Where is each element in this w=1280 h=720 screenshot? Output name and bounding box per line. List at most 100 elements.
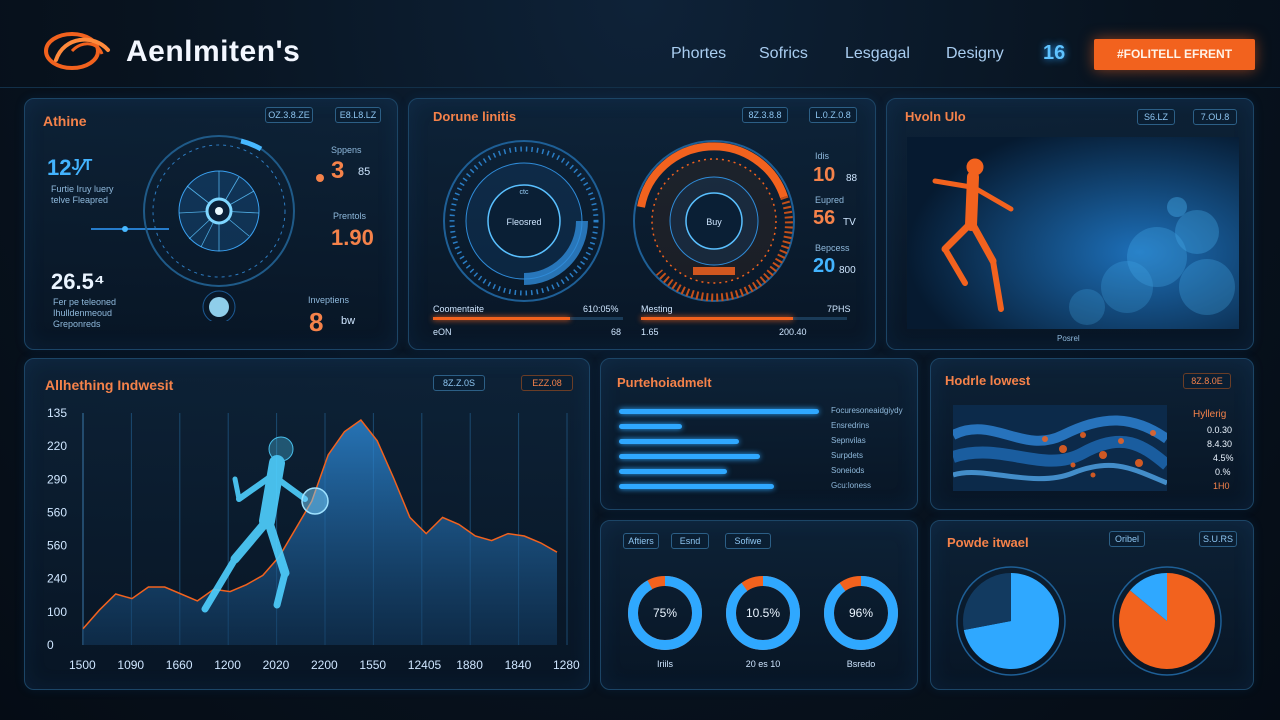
bar-fill bbox=[619, 469, 728, 474]
runner-hologram bbox=[201, 436, 329, 613]
bar-row[interactable]: Surpdets bbox=[619, 450, 909, 462]
gauge-right: Buy bbox=[633, 140, 795, 302]
x-tick-label: 1840 bbox=[505, 658, 532, 672]
panel-chip[interactable]: OZ.3.8.ZE bbox=[265, 107, 313, 123]
nav-item-lesgagal[interactable]: Lesgagal bbox=[845, 45, 910, 63]
stat-value: 56 bbox=[813, 207, 836, 229]
x-tick-label: 1200 bbox=[214, 658, 241, 672]
area-chart-panel: Allhething Indwesit 8Z.Z.0S EZZ.08 135 22… bbox=[24, 358, 590, 690]
nav-item-sofrics[interactable]: Sofrics bbox=[759, 45, 808, 63]
panel-chip[interactable]: 8Z.3.8.8 bbox=[742, 107, 788, 123]
heatmap-panel: Hodrle lowest 8Z.8.0E Hyllerig 0.0.30 8.… bbox=[930, 358, 1254, 510]
radial-scanner bbox=[91, 135, 295, 321]
x-tick-label: 1280 bbox=[553, 658, 580, 672]
stat-unit: bw bbox=[341, 315, 356, 327]
stat-unit: 800 bbox=[839, 265, 856, 276]
stat-label: Sppens bbox=[331, 145, 362, 155]
stat-value: 20 bbox=[813, 255, 836, 277]
donut-chart: 96% Bsredo bbox=[824, 576, 898, 669]
panel-chip[interactable]: E8.L8.LZ bbox=[335, 107, 381, 123]
bar-row[interactable]: Gcu:loness bbox=[619, 480, 909, 492]
flow-heatmap bbox=[953, 405, 1167, 491]
filter-chip[interactable]: Sofiwe bbox=[725, 533, 771, 549]
stat-label: Idis bbox=[815, 151, 830, 161]
nav-item-phortes[interactable]: Phortes bbox=[671, 45, 726, 63]
nav-item-designy[interactable]: Designy bbox=[946, 45, 1004, 63]
panel-title: Dorune linitis bbox=[433, 109, 517, 124]
pies-panel: Powde itwael Oribel S.U.RS bbox=[930, 520, 1254, 690]
donut-value: 10.5% bbox=[746, 606, 780, 620]
donut-chart: 10.5% 20 es 10 bbox=[726, 576, 800, 669]
athlete-video[interactable] bbox=[907, 137, 1239, 329]
notification-count[interactable]: 16 bbox=[1043, 42, 1065, 65]
bar-fill bbox=[619, 454, 760, 459]
cta-button[interactable]: #FOLITELL EFRENT bbox=[1094, 39, 1255, 70]
panel-chip[interactable]: EZZ.08 bbox=[521, 375, 573, 391]
y-tick-label: 290 bbox=[47, 472, 67, 486]
progress-fill bbox=[641, 317, 794, 320]
progress-fill bbox=[433, 317, 570, 320]
panel-chip[interactable]: Oribel bbox=[1109, 531, 1145, 547]
progress-track bbox=[433, 317, 623, 320]
donut-row: 75% Iriils 10.5% 20 es 10 96% Bsredo bbox=[601, 569, 919, 679]
bar-foot: eON bbox=[433, 327, 452, 337]
bar-label: Soneiods bbox=[831, 466, 865, 475]
y-tick-label: 240 bbox=[47, 572, 67, 586]
bar-fill bbox=[619, 424, 683, 429]
bar-label: Focuresoneaidgiydy bbox=[831, 406, 903, 415]
panel-chip[interactable]: S.U.RS bbox=[1199, 531, 1237, 547]
brand-logo-icon bbox=[44, 32, 110, 70]
progress-track bbox=[641, 317, 847, 320]
panel-title: Hodrle lowest bbox=[945, 373, 1031, 388]
gauge-left: ctc Fleosred bbox=[443, 140, 605, 302]
donut-label: Bsredo bbox=[847, 659, 876, 669]
heatmap-value: 4.5% bbox=[1213, 453, 1234, 463]
stat-label: Eupred bbox=[815, 195, 845, 205]
stat-value: 10 bbox=[813, 164, 836, 186]
stat-unit: 88 bbox=[846, 173, 858, 184]
donut-label: Iriils bbox=[657, 659, 673, 669]
stat-label: Prentols bbox=[333, 211, 367, 221]
status-dot bbox=[316, 174, 324, 182]
left-metric: 12ᴶ⁄ᵀ bbox=[47, 155, 93, 180]
panel-chip[interactable]: L.0.Z.0.8 bbox=[809, 107, 857, 123]
x-tick-label: 1550 bbox=[359, 658, 386, 672]
panel-title: Athine bbox=[43, 113, 87, 129]
bar-label: Sepnvilas bbox=[831, 436, 866, 445]
bar-row[interactable]: Ensredrins bbox=[619, 420, 909, 432]
bar-foot: 200.40 bbox=[779, 327, 807, 337]
gauges-panel: Dorune linitis 8Z.3.8.8 L.0.Z.0.8 ctc Fl… bbox=[408, 98, 876, 350]
x-tick-label: 1660 bbox=[166, 658, 193, 672]
bar-fill bbox=[619, 409, 819, 414]
heatmap-side-label: Hyllerig bbox=[1193, 409, 1227, 420]
donut-value: 75% bbox=[653, 606, 677, 620]
filter-chip[interactable]: Esnd bbox=[671, 533, 709, 549]
y-tick-label: 0 bbox=[47, 638, 54, 652]
panel-title: Purtehoiadmelt bbox=[617, 375, 712, 390]
filter-chip[interactable]: Aftiers bbox=[623, 533, 659, 549]
stat-label: Bepcess bbox=[815, 243, 850, 253]
bar-row[interactable]: Soneiods bbox=[619, 465, 909, 477]
panel-chip[interactable]: 8Z.8.0E bbox=[1183, 373, 1231, 389]
gauge-label: Fleosred bbox=[506, 217, 541, 227]
gauge-label: Buy bbox=[706, 217, 722, 227]
donuts-panel: Aftiers Esnd Sofiwe 75% Iriils 10.5% 20 es … bbox=[600, 520, 918, 690]
bar-label: Mesting bbox=[641, 304, 673, 314]
bar-value: 610:05% bbox=[583, 304, 619, 314]
panel-chip[interactable]: 7.OU.8 bbox=[1193, 109, 1237, 125]
heatmap-value: 0.0.30 bbox=[1207, 425, 1233, 435]
x-tick-label: 1880 bbox=[456, 658, 483, 672]
bar-row[interactable]: Focuresoneaidgiydy bbox=[619, 405, 909, 417]
bar-label: Ensredrins bbox=[831, 421, 870, 430]
panel-chip[interactable]: 8Z.Z.0S bbox=[433, 375, 485, 391]
heatmap-value: 0.% bbox=[1215, 467, 1231, 477]
panel-title: Powde itwael bbox=[947, 535, 1029, 550]
y-tick-label: 220 bbox=[47, 439, 67, 453]
video-caption: Posrel bbox=[1057, 334, 1080, 343]
video-panel: Hvoln Ulo S6.LZ 7.OU.8 Posrel bbox=[886, 98, 1254, 350]
bar-list: Focuresoneaidgiydy Ensredrins Sepnvilas Sur… bbox=[619, 405, 909, 505]
bar-row[interactable]: Sepnvilas bbox=[619, 435, 909, 447]
panel-chip[interactable]: S6.LZ bbox=[1137, 109, 1175, 125]
stat-value: 1.90 bbox=[331, 225, 374, 250]
y-tick-label: 560 bbox=[47, 539, 67, 553]
